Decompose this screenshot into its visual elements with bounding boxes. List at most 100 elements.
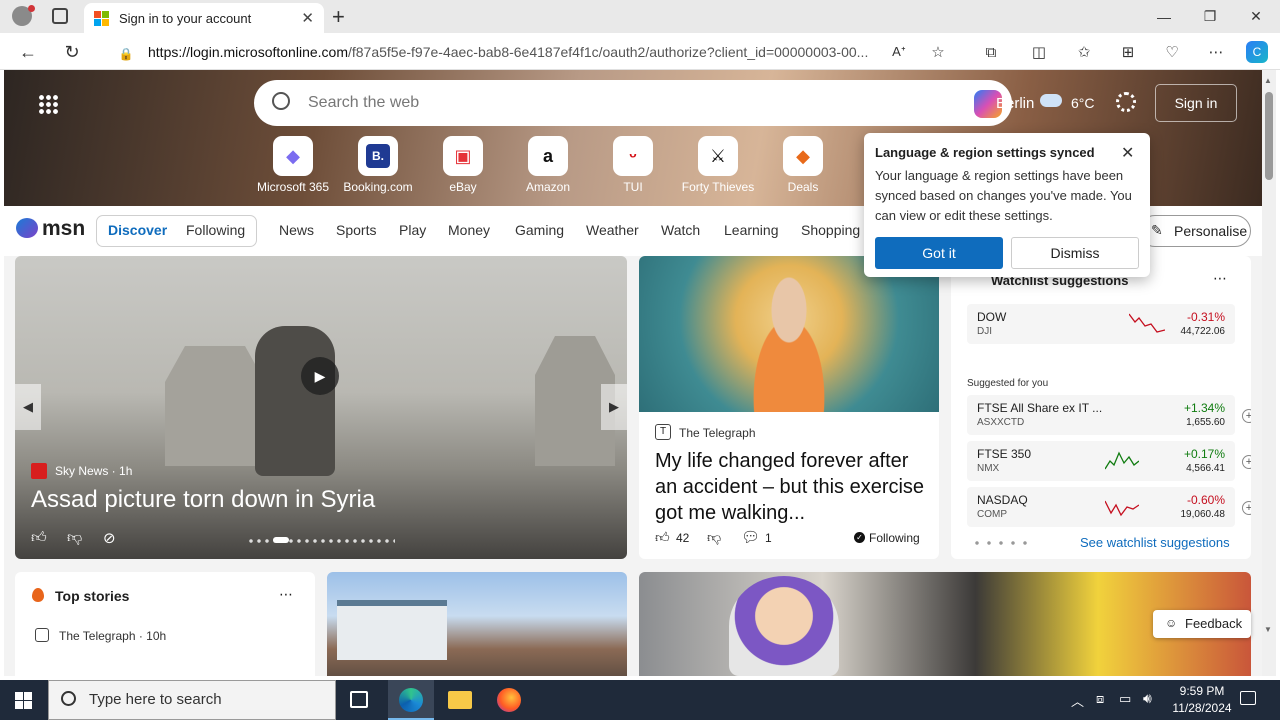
sign-in-button[interactable]: Sign in xyxy=(1155,84,1237,122)
following-label[interactable]: Following xyxy=(869,531,920,545)
dislike-icon[interactable]: 👎︎ xyxy=(707,529,721,546)
search-icon[interactable] xyxy=(272,92,290,110)
top-stories-title[interactable]: Top stories xyxy=(55,588,129,604)
address-bar[interactable]: https://login.microsoftonline.com/f87a5f… xyxy=(102,38,962,66)
refresh-icon[interactable]: ↻ xyxy=(61,41,83,63)
carousel-next-icon[interactable]: ▶ xyxy=(601,384,627,430)
watchlist-row-dow[interactable]: DOW DJI -0.31% 44,722.06 xyxy=(967,304,1235,344)
watchlist-row-ftse-all-share[interactable]: FTSE All Share ex IT ... ASXXCTD +1.34% 1,… xyxy=(967,395,1235,435)
watchlist-page-dots[interactable] xyxy=(971,540,1027,546)
hero-headline[interactable]: Assad picture torn down in Syria xyxy=(31,486,375,514)
clock-date[interactable]: 11/28/2024 xyxy=(1166,701,1238,715)
start-windows-icon[interactable] xyxy=(15,692,32,709)
quick-link-deals[interactable]: ◆ Deals xyxy=(763,136,843,194)
close-tab-icon[interactable]: ✕ xyxy=(301,9,314,27)
comment-icon[interactable]: 💬︎ xyxy=(741,528,760,546)
watchlist-row-nasdaq[interactable]: NASDAQ COMP -0.60% 19,060.48 xyxy=(967,487,1235,527)
location-text[interactable]: Berlin xyxy=(996,95,1034,112)
quick-link-amazon[interactable]: a Amazon xyxy=(508,136,588,194)
notifications-icon[interactable] xyxy=(1240,691,1256,705)
tray-app-icon[interactable]: ⧈ xyxy=(1096,691,1104,707)
add-ftse-all-share-icon[interactable]: + xyxy=(1242,409,1251,423)
lock-icon[interactable]: 🔒 xyxy=(115,43,137,65)
nav-gaming[interactable]: Gaming xyxy=(515,222,564,238)
favorites-icon[interactable]: ✩ xyxy=(1073,41,1095,63)
close-window-icon[interactable]: ✕ xyxy=(1233,0,1279,33)
nav-shopping[interactable]: Shopping xyxy=(801,222,860,238)
got-it-button[interactable]: Got it xyxy=(875,237,1003,269)
quick-link-microsoft365[interactable]: ◆ Microsoft 365 xyxy=(253,136,333,194)
minimize-icon[interactable]: — xyxy=(1141,0,1187,33)
more-menu-icon[interactable]: ⋯ xyxy=(1205,41,1227,63)
popup-close-icon[interactable]: ✕ xyxy=(1121,143,1134,163)
file-explorer-icon[interactable] xyxy=(448,691,472,709)
add-ftse-350-icon[interactable]: + xyxy=(1242,455,1251,469)
like-icon[interactable]: 👍︎ xyxy=(655,529,670,546)
copilot-icon[interactable]: C xyxy=(1246,41,1268,63)
firefox-icon[interactable] xyxy=(497,688,521,712)
scroll-down-icon[interactable]: ▼ xyxy=(1264,625,1272,634)
hide-story-icon[interactable]: ⊘ xyxy=(103,529,116,547)
web-search-box[interactable]: Search the web xyxy=(254,80,1012,126)
building-left xyxy=(165,346,265,466)
tui-smile-icon: ᵕ xyxy=(613,136,653,176)
settings-gear-icon[interactable] xyxy=(1116,92,1136,112)
scrollbar-thumb[interactable] xyxy=(1265,92,1273,180)
nav-learning[interactable]: Learning xyxy=(724,222,779,238)
carousel-active-dot xyxy=(273,537,289,543)
nav-news[interactable]: News xyxy=(279,222,314,238)
tray-chevron-icon[interactable]: ︿ xyxy=(1071,691,1084,710)
taskbar-search-box[interactable]: Type here to search xyxy=(48,680,336,720)
dislike-icon[interactable]: 👎︎ xyxy=(67,529,82,547)
nav-watch[interactable]: Watch xyxy=(661,222,700,238)
quick-link-ebay[interactable]: ▣ eBay xyxy=(423,136,503,194)
url-host: https://login.microsoftonline.com xyxy=(148,44,348,60)
quick-link-booking[interactable]: B. Booking.com xyxy=(338,136,418,194)
harbour-story-card[interactable] xyxy=(327,572,627,676)
new-tab-icon[interactable]: + xyxy=(332,4,345,30)
msn-butterfly-icon[interactable] xyxy=(16,218,38,238)
clock-time[interactable]: 9:59 PM xyxy=(1166,684,1238,698)
top-stories-more-icon[interactable]: ⋯ xyxy=(279,586,293,603)
msn-logo[interactable]: msn xyxy=(42,217,85,241)
active-tab[interactable]: Sign in to your account ✕ xyxy=(84,3,324,33)
quick-link-forty-thieves[interactable]: ⚔ Forty Thieves xyxy=(678,136,758,194)
edge-taskbar-icon[interactable] xyxy=(399,688,423,712)
volume-icon[interactable]: 🔊︎ xyxy=(1143,690,1152,707)
nav-weather[interactable]: Weather xyxy=(586,222,639,238)
watchlist-more-icon[interactable]: ⋯ xyxy=(1213,270,1227,287)
carousel-prev-icon[interactable]: ◀ xyxy=(15,384,41,430)
add-nasdaq-icon[interactable]: + xyxy=(1242,501,1251,515)
see-watchlist-link[interactable]: See watchlist suggestions xyxy=(1080,535,1230,550)
extensions-icon[interactable]: ⧉ xyxy=(980,41,1002,63)
telegraph-story-card[interactable]: T The Telegraph My life changed forever … xyxy=(639,256,939,559)
nav-money[interactable]: Money xyxy=(448,222,490,238)
hero-story-card[interactable]: ▶ ◀ ▶ Sky News · 1h Assad picture torn d… xyxy=(15,256,627,559)
task-view-icon[interactable] xyxy=(350,691,368,708)
network-icon[interactable]: ▭ xyxy=(1119,691,1131,707)
performance-icon[interactable]: ♡ xyxy=(1161,41,1183,63)
like-icon[interactable]: 👍︎ xyxy=(31,529,47,547)
dismiss-button[interactable]: Dismiss xyxy=(1011,237,1139,269)
tab-actions-icon[interactable] xyxy=(52,8,68,24)
restore-icon[interactable]: ❐ xyxy=(1187,0,1233,33)
quick-link-tui[interactable]: ᵕ TUI xyxy=(593,136,673,194)
scroll-up-icon[interactable]: ▲ xyxy=(1264,76,1272,85)
tab-discover[interactable]: Discover xyxy=(108,222,167,238)
favorite-star-icon[interactable]: ☆ xyxy=(927,41,949,63)
back-icon[interactable]: ← xyxy=(17,41,39,63)
watchlist-row-ftse-350[interactable]: FTSE 350 NMX +0.17% 4,566.41 xyxy=(967,441,1235,481)
play-video-icon[interactable]: ▶ xyxy=(301,357,339,395)
weather-temp[interactable]: 6°C xyxy=(1071,95,1095,111)
carousel-indicators[interactable] xyxy=(247,538,395,544)
nav-play[interactable]: Play xyxy=(399,222,426,238)
telegraph-headline[interactable]: My life changed forever after an acciden… xyxy=(655,448,927,526)
read-aloud-icon[interactable]: Aᐩ xyxy=(888,41,910,63)
split-screen-icon[interactable]: ◫ xyxy=(1028,41,1050,63)
apps-grid-icon[interactable] xyxy=(38,94,58,114)
tab-following[interactable]: Following xyxy=(186,222,245,238)
nav-sports[interactable]: Sports xyxy=(336,222,376,238)
windows-taskbar: Type here to search ︿ ⧈ ▭ 🔊︎ 9:59 PM 11/… xyxy=(0,680,1280,720)
collections-icon[interactable]: ⊞ xyxy=(1117,41,1139,63)
amazon-icon: a xyxy=(528,136,568,176)
